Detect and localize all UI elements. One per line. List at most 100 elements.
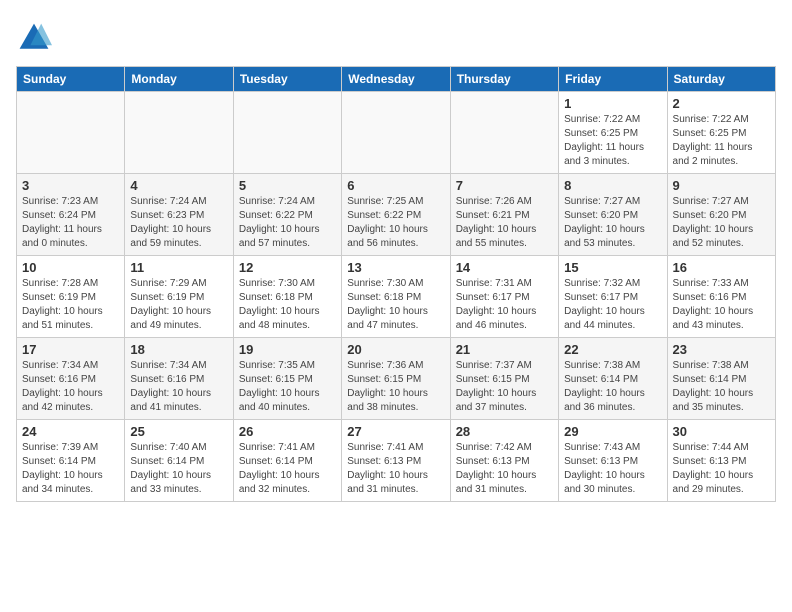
logo-icon (16, 20, 52, 56)
col-header-friday: Friday (559, 67, 667, 92)
calendar-day-11: 11 Sunrise: 7:29 AM Sunset: 6:19 PM Dayli… (125, 256, 233, 338)
calendar-day-10: 10 Sunrise: 7:28 AM Sunset: 6:19 PM Dayli… (17, 256, 125, 338)
calendar-day-15: 15 Sunrise: 7:32 AM Sunset: 6:17 PM Dayli… (559, 256, 667, 338)
day-info: Sunrise: 7:41 AM Sunset: 6:13 PM Dayligh… (347, 441, 444, 497)
calendar-day-empty (342, 92, 450, 174)
calendar-table: SundayMondayTuesdayWednesdayThursdayFrid… (16, 66, 776, 502)
day-info: Sunrise: 7:34 AM Sunset: 6:16 PM Dayligh… (130, 359, 227, 415)
calendar-day-16: 16 Sunrise: 7:33 AM Sunset: 6:16 PM Dayli… (667, 256, 775, 338)
calendar-day-19: 19 Sunrise: 7:35 AM Sunset: 6:15 PM Dayli… (233, 338, 341, 420)
calendar-day-6: 6Sunrise: 7:25 AM Sunset: 6:22 PM Daylig… (342, 174, 450, 256)
col-header-wednesday: Wednesday (342, 67, 450, 92)
col-header-saturday: Saturday (667, 67, 775, 92)
calendar-day-23: 23 Sunrise: 7:38 AM Sunset: 6:14 PM Dayli… (667, 338, 775, 420)
day-number: 18 (130, 342, 227, 357)
day-info: Sunrise: 7:22 AM Sunset: 6:25 PM Dayligh… (564, 113, 661, 169)
calendar-week-row: 10 Sunrise: 7:28 AM Sunset: 6:19 PM Dayli… (17, 256, 776, 338)
day-info: Sunrise: 7:23 AM Sunset: 6:24 PM Dayligh… (22, 195, 119, 251)
day-number: 3 (22, 178, 119, 193)
calendar-day-9: 9 Sunrise: 7:27 AM Sunset: 6:20 PM Daylig… (667, 174, 775, 256)
calendar-day-4: 4 Sunrise: 7:24 AM Sunset: 6:23 PM Daylig… (125, 174, 233, 256)
calendar-day-13: 13Sunrise: 7:30 AM Sunset: 6:18 PM Dayli… (342, 256, 450, 338)
day-number: 19 (239, 342, 336, 357)
day-number: 28 (456, 424, 553, 439)
day-number: 23 (673, 342, 770, 357)
day-info: Sunrise: 7:38 AM Sunset: 6:14 PM Dayligh… (564, 359, 661, 415)
day-info: Sunrise: 7:32 AM Sunset: 6:17 PM Dayligh… (564, 277, 661, 333)
day-number: 27 (347, 424, 444, 439)
col-header-tuesday: Tuesday (233, 67, 341, 92)
day-info: Sunrise: 7:28 AM Sunset: 6:19 PM Dayligh… (22, 277, 119, 333)
logo (16, 20, 56, 56)
day-number: 17 (22, 342, 119, 357)
calendar-day-28: 28 Sunrise: 7:42 AM Sunset: 6:13 PM Dayli… (450, 420, 558, 502)
day-number: 21 (456, 342, 553, 357)
day-info: Sunrise: 7:27 AM Sunset: 6:20 PM Dayligh… (673, 195, 770, 251)
day-info: Sunrise: 7:30 AM Sunset: 6:18 PM Dayligh… (239, 277, 336, 333)
calendar-day-21: 21 Sunrise: 7:37 AM Sunset: 6:15 PM Dayli… (450, 338, 558, 420)
calendar-day-22: 22 Sunrise: 7:38 AM Sunset: 6:14 PM Dayli… (559, 338, 667, 420)
day-number: 4 (130, 178, 227, 193)
calendar-day-29: 29 Sunrise: 7:43 AM Sunset: 6:13 PM Dayli… (559, 420, 667, 502)
day-info: Sunrise: 7:31 AM Sunset: 6:17 PM Dayligh… (456, 277, 553, 333)
calendar-day-2: 2 Sunrise: 7:22 AM Sunset: 6:25 PM Daylig… (667, 92, 775, 174)
day-number: 25 (130, 424, 227, 439)
day-number: 24 (22, 424, 119, 439)
day-info: Sunrise: 7:42 AM Sunset: 6:13 PM Dayligh… (456, 441, 553, 497)
calendar-day-12: 12Sunrise: 7:30 AM Sunset: 6:18 PM Dayli… (233, 256, 341, 338)
calendar-day-7: 7Sunrise: 7:26 AM Sunset: 6:21 PM Daylig… (450, 174, 558, 256)
day-number: 1 (564, 96, 661, 111)
calendar-day-25: 25 Sunrise: 7:40 AM Sunset: 6:14 PM Dayli… (125, 420, 233, 502)
calendar-day-27: 27 Sunrise: 7:41 AM Sunset: 6:13 PM Dayli… (342, 420, 450, 502)
calendar-day-17: 17 Sunrise: 7:34 AM Sunset: 6:16 PM Dayli… (17, 338, 125, 420)
day-info: Sunrise: 7:22 AM Sunset: 6:25 PM Dayligh… (673, 113, 770, 169)
col-header-thursday: Thursday (450, 67, 558, 92)
day-info: Sunrise: 7:24 AM Sunset: 6:22 PM Dayligh… (239, 195, 336, 251)
day-number: 8 (564, 178, 661, 193)
day-number: 22 (564, 342, 661, 357)
day-number: 15 (564, 260, 661, 275)
day-number: 10 (22, 260, 119, 275)
day-info: Sunrise: 7:38 AM Sunset: 6:14 PM Dayligh… (673, 359, 770, 415)
day-info: Sunrise: 7:43 AM Sunset: 6:13 PM Dayligh… (564, 441, 661, 497)
calendar-day-26: 26Sunrise: 7:41 AM Sunset: 6:14 PM Dayli… (233, 420, 341, 502)
day-number: 20 (347, 342, 444, 357)
page-header (16, 16, 776, 56)
calendar-day-18: 18 Sunrise: 7:34 AM Sunset: 6:16 PM Dayli… (125, 338, 233, 420)
day-number: 29 (564, 424, 661, 439)
calendar-day-5: 5Sunrise: 7:24 AM Sunset: 6:22 PM Daylig… (233, 174, 341, 256)
calendar-day-8: 8 Sunrise: 7:27 AM Sunset: 6:20 PM Daylig… (559, 174, 667, 256)
day-info: Sunrise: 7:35 AM Sunset: 6:15 PM Dayligh… (239, 359, 336, 415)
day-info: Sunrise: 7:40 AM Sunset: 6:14 PM Dayligh… (130, 441, 227, 497)
day-info: Sunrise: 7:39 AM Sunset: 6:14 PM Dayligh… (22, 441, 119, 497)
calendar-day-empty (17, 92, 125, 174)
day-info: Sunrise: 7:41 AM Sunset: 6:14 PM Dayligh… (239, 441, 336, 497)
day-info: Sunrise: 7:44 AM Sunset: 6:13 PM Dayligh… (673, 441, 770, 497)
calendar-week-row: 1 Sunrise: 7:22 AM Sunset: 6:25 PM Daylig… (17, 92, 776, 174)
day-info: Sunrise: 7:30 AM Sunset: 6:18 PM Dayligh… (347, 277, 444, 333)
day-info: Sunrise: 7:25 AM Sunset: 6:22 PM Dayligh… (347, 195, 444, 251)
day-number: 7 (456, 178, 553, 193)
calendar-week-row: 17 Sunrise: 7:34 AM Sunset: 6:16 PM Dayli… (17, 338, 776, 420)
day-info: Sunrise: 7:36 AM Sunset: 6:15 PM Dayligh… (347, 359, 444, 415)
calendar-day-24: 24 Sunrise: 7:39 AM Sunset: 6:14 PM Dayli… (17, 420, 125, 502)
day-info: Sunrise: 7:34 AM Sunset: 6:16 PM Dayligh… (22, 359, 119, 415)
calendar-day-14: 14 Sunrise: 7:31 AM Sunset: 6:17 PM Dayli… (450, 256, 558, 338)
calendar-day-1: 1 Sunrise: 7:22 AM Sunset: 6:25 PM Daylig… (559, 92, 667, 174)
col-header-monday: Monday (125, 67, 233, 92)
day-number: 16 (673, 260, 770, 275)
calendar-day-empty (233, 92, 341, 174)
day-number: 14 (456, 260, 553, 275)
col-header-sunday: Sunday (17, 67, 125, 92)
calendar-day-30: 30Sunrise: 7:44 AM Sunset: 6:13 PM Dayli… (667, 420, 775, 502)
day-info: Sunrise: 7:37 AM Sunset: 6:15 PM Dayligh… (456, 359, 553, 415)
day-info: Sunrise: 7:24 AM Sunset: 6:23 PM Dayligh… (130, 195, 227, 251)
day-info: Sunrise: 7:29 AM Sunset: 6:19 PM Dayligh… (130, 277, 227, 333)
day-info: Sunrise: 7:33 AM Sunset: 6:16 PM Dayligh… (673, 277, 770, 333)
calendar-week-row: 3 Sunrise: 7:23 AM Sunset: 6:24 PM Daylig… (17, 174, 776, 256)
day-number: 2 (673, 96, 770, 111)
day-number: 11 (130, 260, 227, 275)
calendar-day-empty (125, 92, 233, 174)
day-info: Sunrise: 7:27 AM Sunset: 6:20 PM Dayligh… (564, 195, 661, 251)
day-number: 9 (673, 178, 770, 193)
